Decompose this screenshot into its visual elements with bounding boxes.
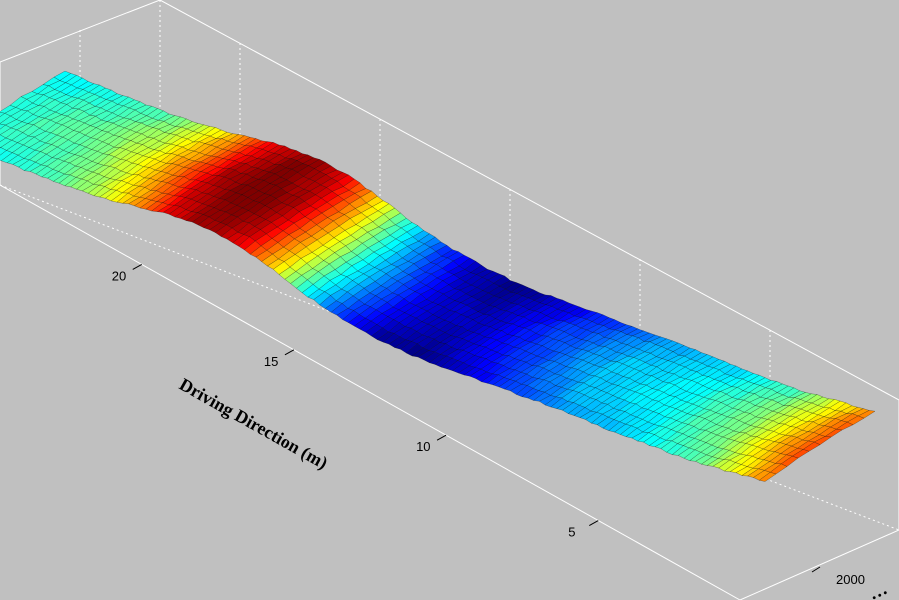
x-axis-label: Driving Direction (m) — [176, 374, 332, 474]
x-tick-label: 20 — [112, 268, 126, 283]
y-axis-label: … — [865, 578, 890, 600]
y-axis-ticks: 2000 … — [811, 566, 890, 600]
x-tick-label: 15 — [264, 354, 278, 369]
surface-mesh — [0, 70, 876, 482]
y-tick-label: 2000 — [836, 572, 865, 587]
x-tick-mark — [284, 349, 295, 356]
x-tick-mark — [436, 434, 447, 441]
x-tick-mark — [589, 520, 599, 526]
x-tick-mark — [132, 264, 142, 270]
x-tick-label: 5 — [568, 525, 575, 540]
surface-chart: 5 10 15 20 Driving Direction (m) 2000 … — [0, 0, 899, 600]
x-tick-label: 10 — [416, 439, 430, 454]
